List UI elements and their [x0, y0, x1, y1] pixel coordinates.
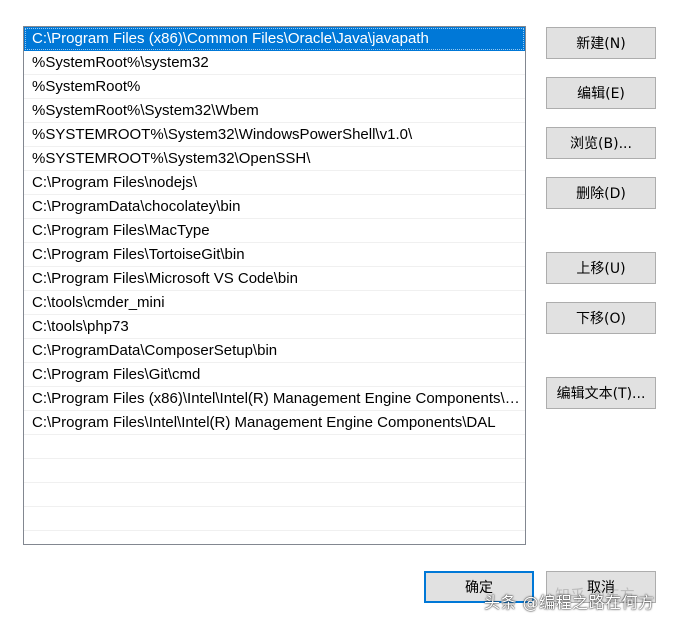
path-list-item[interactable]: C:\tools\cmder_mini	[24, 291, 525, 315]
browse-button[interactable]: 浏览(B)...	[546, 127, 656, 159]
path-list[interactable]: C:\Program Files (x86)\Common Files\Orac…	[23, 26, 526, 545]
watermark: 头条 @编程之路在何方	[484, 593, 655, 612]
edit-button[interactable]: 编辑(E)	[546, 77, 656, 109]
move-down-button[interactable]: 下移(O)	[546, 302, 656, 334]
path-list-item[interactable]: %SYSTEMROOT%\System32\WindowsPowerShell\…	[24, 123, 525, 147]
path-list-empty-row	[24, 483, 525, 507]
path-list-item[interactable]: C:\ProgramData\chocolatey\bin	[24, 195, 525, 219]
path-list-item[interactable]: C:\ProgramData\ComposerSetup\bin	[24, 339, 525, 363]
path-list-item[interactable]: %SystemRoot%\System32\Wbem	[24, 99, 525, 123]
path-list-empty-row	[24, 435, 525, 459]
path-list-item[interactable]: %SystemRoot%	[24, 75, 525, 99]
delete-button[interactable]: 删除(D)	[546, 177, 656, 209]
path-list-item[interactable]: C:\Program Files\TortoiseGit\bin	[24, 243, 525, 267]
path-list-empty-row	[24, 507, 525, 531]
path-list-item[interactable]: C:\Program Files (x86)\Intel\Intel(R) Ma…	[24, 387, 525, 411]
path-list-item[interactable]: %SYSTEMROOT%\System32\OpenSSH\	[24, 147, 525, 171]
edit-environment-variable-dialog: C:\Program Files (x86)\Common Files\Orac…	[0, 0, 675, 625]
path-list-item[interactable]: C:\tools\php73	[24, 315, 525, 339]
path-list-item[interactable]: C:\Program Files\nodejs\	[24, 171, 525, 195]
path-list-empty-row	[24, 531, 525, 544]
new-button[interactable]: 新建(N)	[546, 27, 656, 59]
path-list-empty-row	[24, 459, 525, 483]
path-list-item[interactable]: C:\Program Files\Intel\Intel(R) Manageme…	[24, 411, 525, 435]
path-list-item[interactable]: %SystemRoot%\system32	[24, 51, 525, 75]
path-list-item[interactable]: C:\Program Files (x86)\Common Files\Orac…	[24, 27, 525, 51]
path-list-item[interactable]: C:\Program Files\MacType	[24, 219, 525, 243]
move-up-button[interactable]: 上移(U)	[546, 252, 656, 284]
edit-text-button[interactable]: 编辑文本(T)...	[546, 377, 656, 409]
path-list-item[interactable]: C:\Program Files\Microsoft VS Code\bin	[24, 267, 525, 291]
path-list-item[interactable]: C:\Program Files\Git\cmd	[24, 363, 525, 387]
